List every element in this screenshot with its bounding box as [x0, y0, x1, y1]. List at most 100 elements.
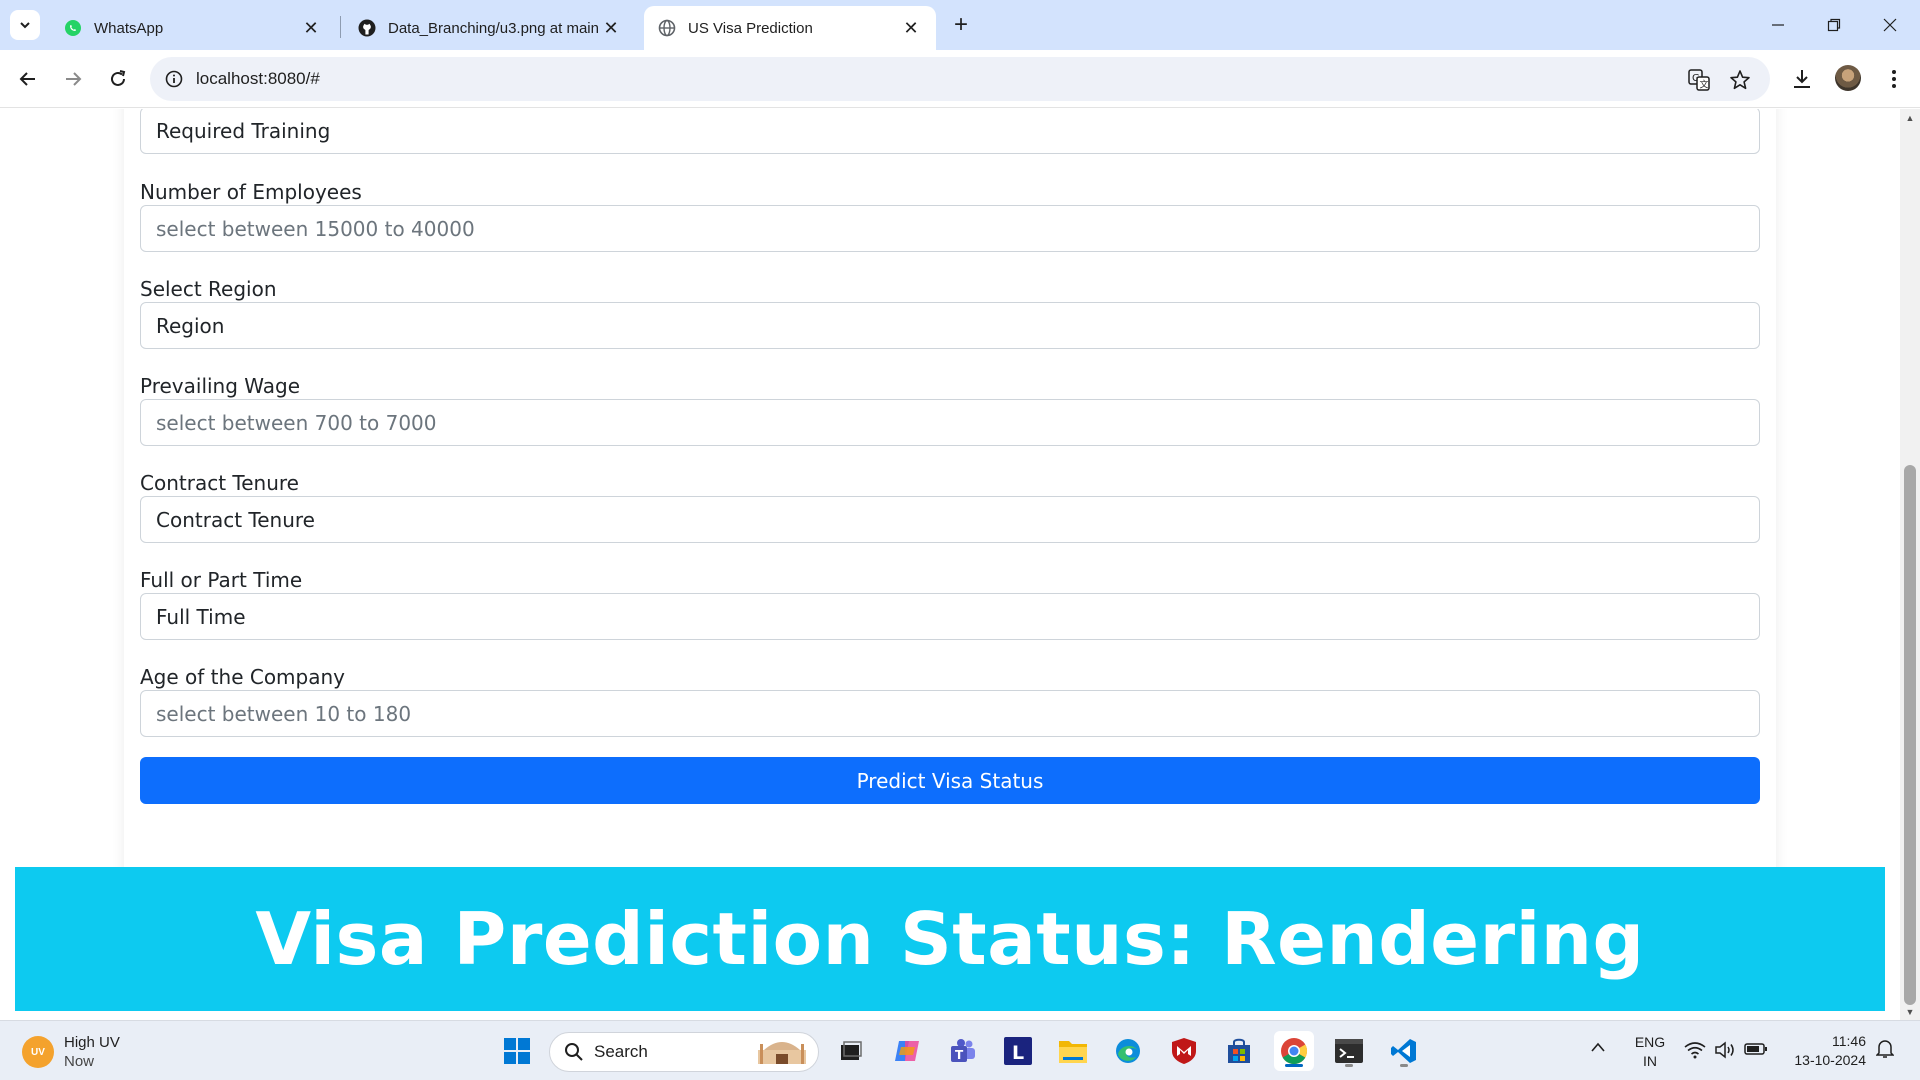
file-explorer-icon[interactable] [1053, 1031, 1093, 1071]
number-of-employees-field[interactable] [140, 205, 1760, 252]
full-or-part-time-select[interactable]: Full Time [140, 593, 1760, 640]
volume-icon[interactable] [1714, 1041, 1736, 1064]
reload-icon [111, 70, 126, 86]
select-value: Region [156, 313, 225, 338]
scrollbar-thumb[interactable] [1904, 465, 1916, 1005]
github-icon [358, 19, 376, 37]
close-tab-icon[interactable]: ✕ [300, 17, 322, 39]
whatsapp-icon [64, 19, 82, 37]
system-clock[interactable]: 11:46 13-10-2024 [1780, 1032, 1866, 1070]
browser-tab-strip: WhatsApp ✕ Data_Branching/u3.png at main… [0, 0, 1920, 50]
uv-icon: UV [22, 1036, 54, 1068]
prediction-status-text: Visa Prediction Status: Rendering [255, 897, 1645, 981]
notification-bell-icon[interactable] [1875, 1039, 1895, 1064]
tab-search-button[interactable] [10, 10, 40, 40]
age-of-company-field[interactable] [140, 690, 1760, 737]
windows-taskbar: UV High UV Now Search T L ENG IN 11:46 1… [0, 1020, 1920, 1080]
close-icon [1883, 18, 1897, 32]
search-label: Search [594, 1042, 648, 1061]
back-button[interactable] [13, 64, 43, 94]
contract-tenure-select[interactable]: Contract Tenure [140, 496, 1760, 543]
plus-icon: + [953, 11, 968, 38]
translate-icon[interactable]: G文 [1686, 67, 1712, 93]
scroll-down-arrow-icon[interactable]: ▼ [1900, 1003, 1920, 1021]
select-value: Required Training [156, 118, 331, 143]
select-value: Contract Tenure [156, 507, 315, 532]
search-highlight-icon [758, 1042, 806, 1064]
wifi-icon[interactable] [1684, 1041, 1706, 1064]
mcafee-icon[interactable] [1164, 1031, 1204, 1071]
copilot-icon[interactable] [887, 1031, 927, 1071]
contract-tenure-label: Contract Tenure [140, 471, 299, 495]
prevailing-wage-label: Prevailing Wage [140, 374, 301, 398]
svg-text:文: 文 [1700, 79, 1709, 91]
tab-title: Data_Branching/u3.png at main [388, 19, 599, 37]
arrow-left-icon [19, 72, 35, 86]
info-icon[interactable] [162, 67, 186, 91]
svg-text:T: T [955, 1048, 964, 1062]
svg-text:L: L [1012, 1042, 1024, 1064]
chrome-icon[interactable] [1274, 1031, 1314, 1071]
taskbar-search-box[interactable]: Search [549, 1032, 819, 1072]
profile-avatar[interactable] [1835, 65, 1861, 91]
restore-icon [1827, 18, 1841, 32]
minimize-button[interactable] [1750, 0, 1806, 50]
address-bar[interactable]: localhost:8080/# G文 [150, 57, 1770, 101]
prevailing-wage-input[interactable] [156, 400, 1744, 445]
language-code: ENG [1634, 1034, 1666, 1050]
search-icon [565, 1043, 583, 1061]
chevron-up-icon [1591, 1042, 1605, 1052]
page-scrollbar[interactable]: ▲ ▼ [1900, 109, 1920, 1021]
close-window-button[interactable] [1862, 0, 1918, 50]
weather-widget[interactable]: UV High UV Now [22, 1033, 120, 1071]
full-or-part-time-label: Full or Part Time [140, 568, 303, 592]
age-of-company-label: Age of the Company [140, 665, 345, 689]
region-code: IN [1643, 1053, 1657, 1069]
restore-button[interactable] [1806, 0, 1862, 50]
url-text[interactable]: localhost:8080/# [196, 69, 320, 89]
scroll-up-arrow-icon[interactable]: ▲ [1900, 109, 1920, 127]
weather-subtitle: Now [64, 1053, 95, 1070]
region-select[interactable]: Region [140, 302, 1760, 349]
tab-whatsapp[interactable]: WhatsApp ✕ [50, 6, 336, 50]
close-tab-icon[interactable]: ✕ [900, 17, 922, 39]
required-training-select[interactable]: Required Training [140, 109, 1760, 154]
windows-start-icon[interactable] [497, 1031, 537, 1071]
bookmark-star-icon[interactable] [1727, 67, 1753, 93]
tab-us-visa-prediction[interactable]: US Visa Prediction ✕ [644, 6, 936, 50]
arrow-right-icon [66, 72, 82, 86]
l-app-icon[interactable]: L [998, 1031, 1038, 1071]
tab-title: WhatsApp [94, 19, 164, 37]
language-indicator[interactable]: ENG IN [1630, 1033, 1670, 1071]
tab-github[interactable]: Data_Branching/u3.png at main ✕ [344, 6, 636, 50]
terminal-icon[interactable] [1329, 1031, 1369, 1071]
task-view-icon[interactable] [831, 1031, 871, 1071]
clock-time: 11:46 [1832, 1033, 1866, 1049]
battery-icon[interactable] [1744, 1042, 1768, 1061]
new-tab-button[interactable]: + [946, 10, 976, 40]
edge-icon[interactable] [1108, 1031, 1148, 1071]
age-of-company-input[interactable] [156, 691, 1744, 736]
predict-visa-status-button[interactable]: Predict Visa Status [140, 757, 1760, 804]
number-of-employees-input[interactable] [156, 206, 1744, 251]
running-app-indicator [1400, 1064, 1408, 1067]
minimize-icon [1772, 24, 1784, 26]
teams-icon[interactable]: T [943, 1031, 983, 1071]
forward-button[interactable] [58, 64, 88, 94]
prediction-status-banner: Visa Prediction Status: Rendering [15, 867, 1885, 1011]
tab-title: US Visa Prediction [688, 19, 813, 37]
vscode-icon[interactable] [1384, 1031, 1424, 1071]
show-hidden-icons-button[interactable] [1590, 1039, 1606, 1058]
download-icon[interactable] [1787, 64, 1817, 94]
browser-toolbar: localhost:8080/# G文 [0, 50, 1920, 108]
more-menu-icon[interactable] [1879, 64, 1909, 94]
active-app-indicator [1285, 1064, 1303, 1067]
select-value: Full Time [156, 604, 246, 629]
page-viewport: Required Training Number of Employees Se… [0, 109, 1900, 1021]
close-tab-icon[interactable]: ✕ [600, 17, 622, 39]
reload-button[interactable] [103, 64, 133, 94]
store-icon[interactable] [1219, 1031, 1259, 1071]
prevailing-wage-field[interactable] [140, 399, 1760, 446]
button-label: Predict Visa Status [856, 768, 1044, 793]
clock-date: 13-10-2024 [1794, 1052, 1866, 1068]
